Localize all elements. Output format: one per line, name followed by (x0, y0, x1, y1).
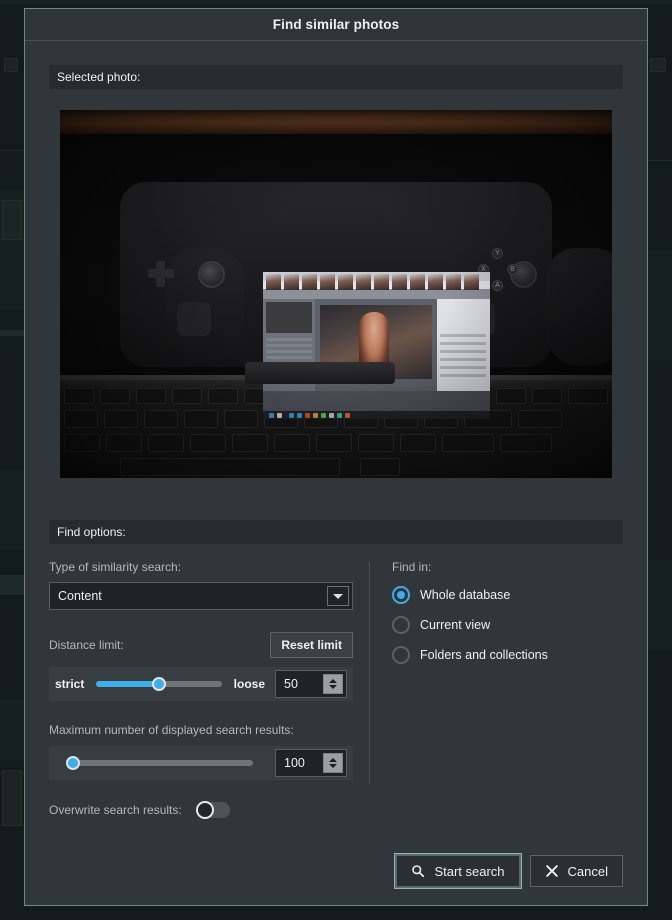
distance-limit-spinbox[interactable]: 50 (275, 670, 347, 698)
similarity-type-combobox[interactable]: Content (49, 582, 353, 610)
loose-label: loose (233, 677, 265, 691)
find-options-header-label: Find options: (57, 525, 126, 539)
background-panel (648, 560, 672, 650)
max-results-spinbox[interactable]: 100 (275, 749, 347, 777)
spinner-arrows-icon[interactable] (323, 674, 343, 694)
photo-dpad (156, 261, 165, 287)
background-top-bar (0, 0, 672, 4)
find-options-header: Find options: (49, 520, 623, 544)
dialog-footer: Start search Cancel (25, 853, 647, 905)
photo-button-y: Y (492, 248, 503, 259)
start-search-button[interactable]: Start search (394, 853, 522, 889)
distance-limit-value: 50 (284, 677, 298, 691)
photo-deck-screen (263, 272, 490, 419)
photo-button-a: A (492, 280, 503, 291)
selected-photo-preview-wrap: Y X B A (49, 110, 623, 478)
search-icon (412, 865, 425, 878)
max-results-value: 100 (284, 756, 305, 770)
find-options-left-column: Type of similarity search: Content Dista… (49, 560, 369, 819)
overwrite-results-toggle[interactable] (195, 801, 230, 819)
photo-deck-dock (245, 362, 395, 384)
find-options-body: Type of similarity search: Content Dista… (49, 544, 623, 819)
close-icon (545, 865, 558, 877)
dialog-titlebar: Find similar photos (25, 9, 647, 41)
background-thumbnail (2, 770, 22, 826)
radio-folders-and-collections[interactable]: Folders and collections (392, 646, 623, 664)
start-search-label: Start search (434, 863, 505, 879)
max-results-label: Maximum number of displayed search resul… (49, 723, 294, 737)
distance-limit-row: Distance limit: Reset limit (49, 632, 353, 658)
radio-label-current-view: Current view (420, 618, 491, 632)
radio-indicator-icon (392, 586, 410, 604)
photo-deck-right-grip (546, 248, 612, 366)
background-panel (0, 700, 24, 760)
dialog-body: Selected photo: Y X B A Find options: Ty… (25, 41, 647, 855)
find-similar-photos-dialog: Find similar photos Selected photo: Y X … (24, 8, 648, 906)
radio-label-whole-database: Whole database (420, 588, 511, 602)
find-in-label: Find in: (392, 560, 432, 574)
background-divider (0, 150, 24, 151)
background-thumbnail (650, 58, 666, 72)
photo-left-stick (198, 261, 225, 288)
background-panel (0, 470, 24, 550)
selected-photo-header-label: Selected photo: (57, 70, 141, 84)
max-results-slider-row: 100 (49, 746, 353, 780)
find-options-group: Find options: Type of similarity search:… (49, 520, 623, 819)
photo-button-b: B (507, 264, 518, 275)
radio-current-view[interactable]: Current view (392, 616, 623, 634)
chevron-down-icon[interactable] (327, 586, 349, 606)
find-in-column: Find in: Whole database Current view Fol… (370, 560, 623, 792)
max-results-slider[interactable] (65, 756, 253, 770)
background-divider (0, 330, 24, 336)
strict-label: strict (55, 677, 85, 691)
distance-limit-slider[interactable] (96, 677, 222, 691)
selected-photo-group: Selected photo: Y X B A (49, 65, 623, 478)
radio-indicator-icon (392, 646, 410, 664)
background-divider (648, 160, 672, 161)
radio-indicator-icon (392, 616, 410, 634)
spinner-arrows-icon[interactable] (323, 753, 343, 773)
distance-limit-label: Distance limit: (49, 638, 124, 652)
background-panel (648, 250, 672, 360)
photo-steam-deck: Y X B A (120, 182, 612, 419)
reset-limit-button[interactable]: Reset limit (270, 632, 353, 658)
radio-whole-database[interactable]: Whole database (392, 586, 623, 604)
selected-photo-header: Selected photo: (49, 65, 623, 89)
cancel-button[interactable]: Cancel (529, 855, 623, 887)
photo-left-trackpad (177, 302, 211, 336)
similarity-type-value: Content (58, 589, 102, 603)
distance-limit-slider-row: strict loose 50 (49, 667, 353, 701)
photo-wooden-shelf (60, 110, 612, 134)
selected-photo-image[interactable]: Y X B A (60, 110, 612, 478)
similarity-type-label: Type of similarity search: (49, 560, 182, 574)
background-divider (0, 575, 24, 595)
background-thumbnail (4, 58, 18, 72)
dialog-title: Find similar photos (272, 17, 400, 32)
radio-label-folders-collections: Folders and collections (420, 648, 548, 662)
cancel-label: Cancel (567, 863, 608, 879)
background-thumbnail (2, 200, 22, 240)
